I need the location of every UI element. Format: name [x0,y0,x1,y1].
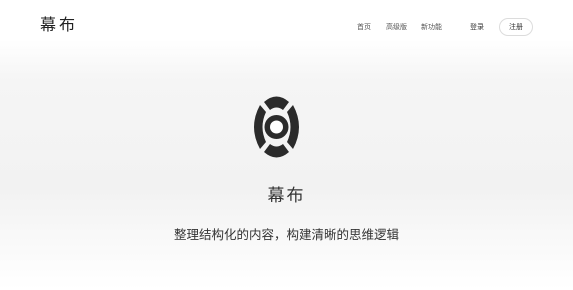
nav-item-new-features[interactable]: 新功能 [421,20,442,34]
logo-left-segment [254,105,266,149]
nav-item-home[interactable]: 首页 [357,20,371,34]
tagline: 整理结构化的内容，构建清晰的思维逻辑 [173,227,399,242]
register-button[interactable]: 注册 [499,18,533,36]
logo-link[interactable]: 幕布 [40,14,78,36]
nav-item-premium[interactable]: 高级版 [386,20,407,34]
header: 幕布 首页 高级版 新功能 登录 注册 [0,0,573,52]
login-link[interactable]: 登录 [470,20,484,34]
brand-name: 幕布 [267,186,306,206]
logo-right-segment [287,105,299,149]
logo-top-segment [264,96,289,110]
logo-bottom-segment [264,144,289,158]
mubu-logo-icon [254,96,299,158]
